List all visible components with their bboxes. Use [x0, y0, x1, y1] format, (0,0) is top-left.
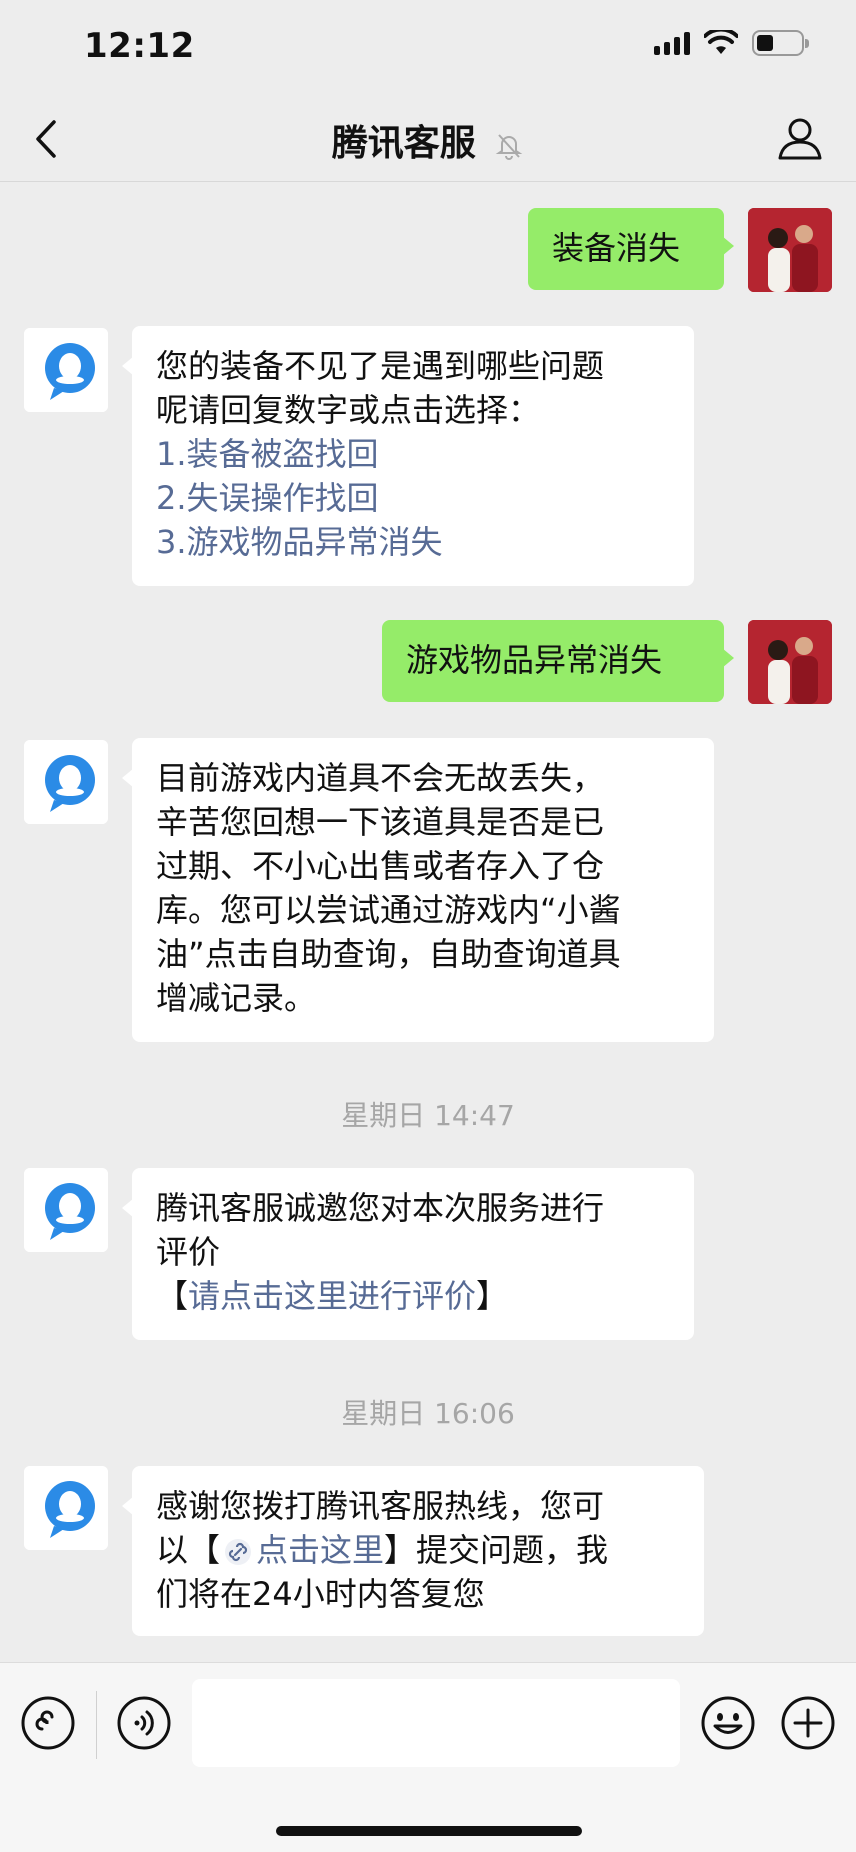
chat-title: 腾讯客服	[331, 123, 476, 164]
message-line: 感谢您拨打腾讯客服热线，您可	[156, 1487, 605, 1525]
mute-bell-icon	[495, 134, 523, 160]
plus-icon[interactable]	[780, 1695, 836, 1751]
signal-icon	[654, 31, 690, 55]
message-bubble: 腾讯客服诚邀您对本次服务进行 评价 【请点击这里进行评价】	[122, 1168, 694, 1340]
rating-link[interactable]: 请点击这里进行评价	[188, 1277, 476, 1315]
message-text: 以【	[156, 1531, 221, 1569]
message-line: 库。您可以尝试通过游戏内“小酱	[156, 891, 621, 929]
rating-link-row: 【请点击这里进行评价】	[156, 1274, 670, 1318]
timestamp: 星期日 16:06	[341, 1397, 515, 1430]
message-text: 游戏物品异常消失	[406, 641, 663, 679]
divider	[96, 1691, 97, 1759]
user-avatar[interactable]	[748, 208, 832, 292]
option-link-2[interactable]: 2.失误操作找回	[156, 476, 670, 520]
message-line: 们将在24小时内答复您	[156, 1575, 485, 1613]
service-avatar[interactable]	[24, 1466, 108, 1550]
service-avatar[interactable]	[24, 740, 108, 824]
message-line: 油”点击自助查询，自助查询道具	[156, 935, 621, 973]
qq-service-logo-icon	[24, 328, 108, 412]
message-bubble[interactable]: 装备消失	[528, 208, 734, 290]
option-link-1[interactable]: 1.装备被盗找回	[156, 432, 670, 476]
profile-icon[interactable]	[776, 114, 824, 164]
status-bar: 12:12	[0, 0, 856, 96]
message-line: 评价	[156, 1233, 221, 1271]
message-bubble: 目前游戏内道具不会无故丢失， 辛苦您回想一下该道具是否是已 过期、不小心出售或者…	[122, 738, 714, 1042]
message-line-with-link: 以【 点击这里】提交问题，我	[156, 1528, 680, 1572]
input-bar	[0, 1662, 856, 1852]
battery-icon	[752, 30, 809, 56]
message-bubble: 感谢您拨打腾讯客服热线，您可 以【 点击这里】提交问题，我 们将在24小时内答复您	[122, 1466, 704, 1636]
nav-bar: 腾讯客服	[0, 96, 856, 182]
message-text: 装备消失	[552, 229, 681, 267]
mini-program-icon[interactable]	[20, 1695, 76, 1751]
status-icons	[654, 30, 809, 56]
message-line: 呢请回复数字或点击选择：	[156, 391, 541, 429]
service-avatar[interactable]	[24, 328, 108, 412]
bracket: 【	[156, 1277, 189, 1315]
user-avatar[interactable]	[748, 620, 832, 704]
nav-title-wrap: 腾讯客服	[0, 114, 856, 166]
message-line: 腾讯客服诚邀您对本次服务进行	[156, 1189, 605, 1227]
home-indicator[interactable]	[276, 1826, 582, 1836]
service-avatar[interactable]	[24, 1168, 108, 1252]
wifi-icon	[704, 30, 738, 54]
qq-service-logo-icon	[24, 740, 108, 824]
qq-service-logo-icon	[24, 1168, 108, 1252]
message-line: 您的装备不见了是遇到哪些问题	[156, 347, 605, 385]
message-bubble[interactable]: 游戏物品异常消失	[382, 620, 734, 702]
submit-question-link[interactable]: 点击这里	[256, 1531, 384, 1569]
message-line: 辛苦您回想一下该道具是否是已	[156, 803, 605, 841]
voice-icon[interactable]	[116, 1695, 172, 1751]
bracket: 】	[476, 1277, 509, 1315]
qq-service-logo-icon	[24, 1466, 108, 1550]
message-line: 过期、不小心出售或者存入了仓	[156, 847, 605, 885]
message-bubble: 您的装备不见了是遇到哪些问题 呢请回复数字或点击选择： 1.装备被盗找回 2.失…	[122, 326, 694, 586]
link-icon	[225, 1539, 252, 1565]
emoji-icon[interactable]	[700, 1695, 756, 1751]
option-link-3[interactable]: 3.游戏物品异常消失	[156, 520, 670, 564]
message-line: 增减记录。	[156, 979, 317, 1017]
message-line: 目前游戏内道具不会无故丢失，	[156, 759, 605, 797]
message-input[interactable]	[192, 1679, 680, 1767]
message-text: 】提交问题，我	[384, 1531, 609, 1569]
status-time: 12:12	[84, 26, 195, 66]
timestamp: 星期日 14:47	[341, 1099, 515, 1132]
